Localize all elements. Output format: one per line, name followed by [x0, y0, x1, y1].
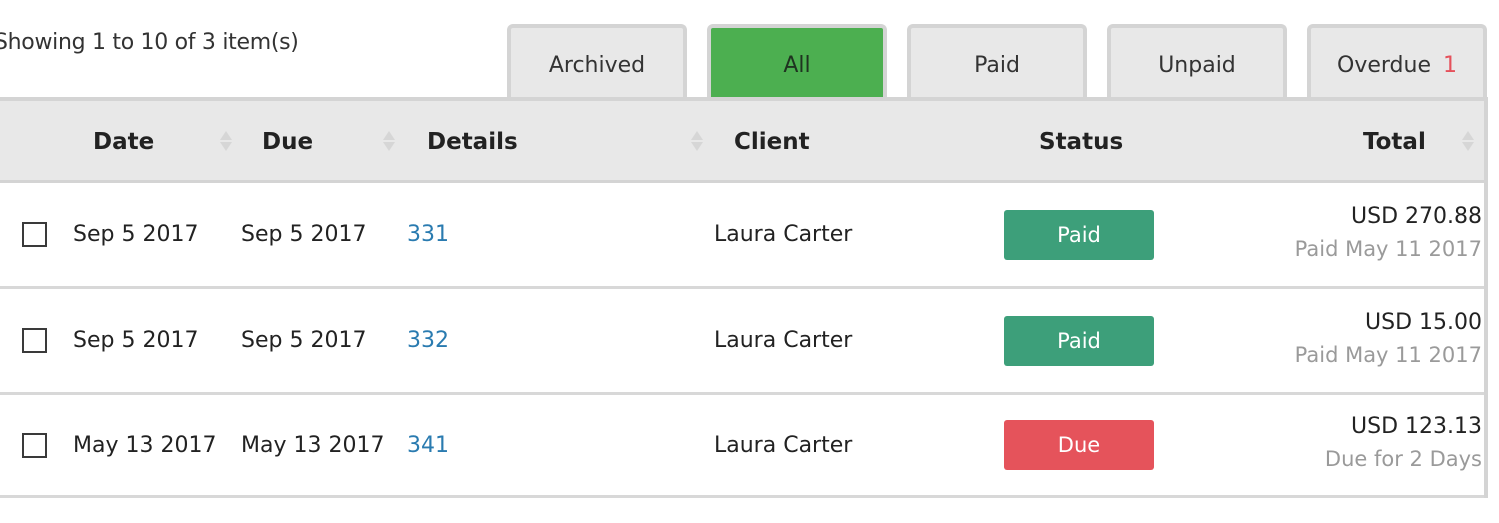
tab-overdue[interactable]: Overdue 1	[1307, 24, 1487, 98]
tab-unpaid[interactable]: Unpaid	[1107, 24, 1287, 98]
tab-archived[interactable]: Archived	[507, 24, 687, 98]
payment-note: Paid May 11 2017	[1294, 236, 1482, 261]
total-cell: USD 270.88 Paid May 11 2017	[1295, 183, 1484, 286]
column-label: Client	[734, 129, 810, 155]
table-row: May 13 2017 May 13 2017 341 Laura Carter…	[0, 395, 1484, 498]
column-header-details[interactable]: Details	[427, 101, 518, 183]
column-label: Due	[262, 129, 314, 155]
sort-icon[interactable]	[220, 129, 232, 153]
pagination-summary: Showing 1 to 10 of 3 item(s)	[0, 30, 299, 55]
tab-label: Archived	[548, 52, 646, 78]
column-header-total[interactable]: Total	[1363, 101, 1426, 183]
column-label: Total	[1363, 129, 1426, 155]
payment-note: Due for 2 Days	[1324, 447, 1482, 471]
sort-icon[interactable]	[383, 129, 395, 153]
tab-label: Paid	[974, 52, 1020, 78]
total-amount: USD 123.13	[1351, 414, 1482, 439]
total-cell: USD 123.13 Due for 2 Days	[1325, 395, 1484, 495]
sort-icon[interactable]	[1462, 129, 1474, 153]
table-row: Sep 5 2017 Sep 5 2017 332 Laura Carter P…	[0, 289, 1484, 395]
column-label: Details	[427, 129, 518, 155]
column-header-due[interactable]: Due	[262, 101, 313, 183]
invoice-list-page: Showing 1 to 10 of 3 item(s) Archived Al…	[0, 0, 1499, 523]
tab-label: All	[783, 52, 811, 78]
total-cell: USD 15.00 Paid May 11 2017	[1295, 289, 1484, 392]
column-header-client: Client	[734, 101, 810, 183]
tab-paid[interactable]: Paid	[907, 24, 1087, 98]
tab-label: Unpaid	[1158, 52, 1236, 78]
column-label: Status	[1039, 129, 1124, 155]
table-header: Date Due Details Client Status Total	[0, 101, 1484, 183]
overdue-count-badge: 1	[1442, 52, 1457, 78]
column-header-status: Status	[1039, 101, 1123, 183]
invoice-table: Date Due Details Client Status Total Sep…	[0, 97, 1488, 498]
status-badge: Due	[1004, 420, 1154, 470]
column-header-date[interactable]: Date	[93, 101, 154, 183]
tab-all[interactable]: All	[707, 24, 887, 98]
status-badge: Paid	[1004, 315, 1154, 366]
table-row: Sep 5 2017 Sep 5 2017 331 Laura Carter P…	[0, 183, 1484, 289]
tab-label: Overdue	[1337, 52, 1431, 78]
total-amount: USD 270.88	[1351, 203, 1482, 229]
column-label: Date	[93, 129, 155, 155]
sort-icon[interactable]	[691, 129, 703, 153]
status-badge: Paid	[1004, 209, 1154, 260]
total-amount: USD 15.00	[1365, 309, 1482, 335]
payment-note: Paid May 11 2017	[1294, 342, 1482, 367]
